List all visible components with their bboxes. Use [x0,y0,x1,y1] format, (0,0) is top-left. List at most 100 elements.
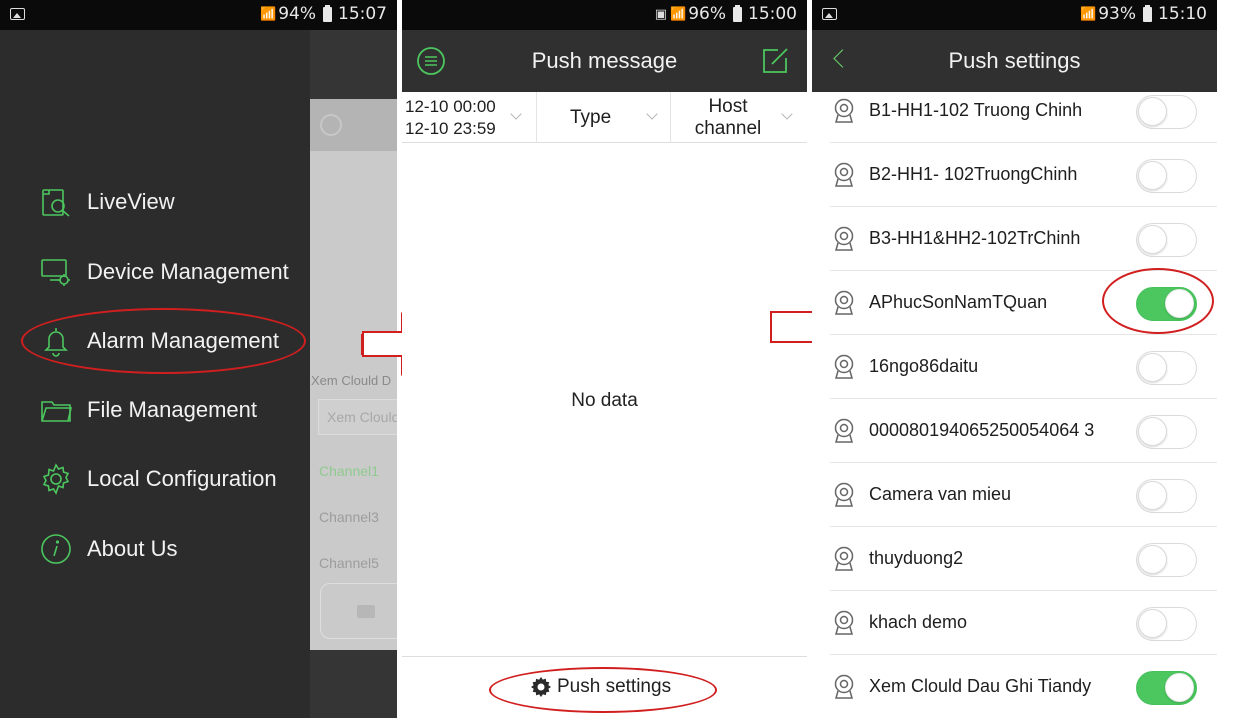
date-range-filter[interactable]: 12-10 00:00 12-10 23:59 [402,92,536,143]
wifi-signal-icon: 📶 [670,6,686,22]
toggle-knob [1138,225,1167,254]
status-bar: 📶 94% 15:07 [0,0,397,30]
push-settings-screen: 📶 93% 15:10 Push settings B1-HH1-102 Tru… [812,0,1217,718]
sim-icon: ▣ [654,6,668,22]
camera-icon [834,290,854,315]
page-title: Push message [531,48,678,73]
menu-item-device-management[interactable]: Device Management [40,252,289,292]
status-time: 15:00 [748,4,797,24]
background-channel-5: Channel5 [319,555,379,571]
push-toggle[interactable] [1136,159,1197,193]
battery-icon [733,4,742,22]
date-end: 12-10 23:59 [405,119,496,138]
battery-icon [1143,4,1152,22]
device-name: Xem Clould Dau Ghi Tiandy [869,676,1092,696]
menu-label: LiveView [87,189,175,214]
background-header [310,99,397,151]
highlight-ellipse [1102,268,1214,334]
device-row: khach demo [812,591,1217,655]
gallery-notification-icon [822,8,837,20]
app-header: Push message [402,30,807,92]
push-message-screen: ▣ 📶 96% 15:00 Push message 12-10 00:00 1… [402,0,807,718]
background-channel-1: Channel1 [319,463,379,479]
chevron-down-icon [510,108,522,120]
push-toggle[interactable] [1136,415,1197,449]
drawer-screen: 📶 94% 15:07 Xem Clould D Xem Clould Chan… [0,0,397,718]
wifi-signal-icon: 📶 [260,6,276,22]
menu-item-local-configuration[interactable]: Local Configuration [40,459,277,499]
edit-icon[interactable] [760,46,790,76]
camera-icon [834,418,854,443]
push-toggle[interactable] [1136,351,1197,385]
camera-icon [834,354,854,379]
device-list: B1-HH1-102 Truong Chinh B2-HH1- 102Truong… [812,79,1217,718]
bottom-bar: Push settings [402,656,807,718]
menu-item-about-us[interactable]: About Us [40,529,178,569]
gear-icon [40,463,72,495]
battery-percent: 93% [1098,4,1136,24]
gallery-notification-icon [10,8,25,20]
host-channel-filter[interactable]: Host channel [671,92,807,143]
toggle-knob [1138,545,1167,574]
filter-bar: 12-10 00:00 12-10 23:59 Type Host channe… [402,92,807,143]
background-menu-icon [320,114,342,136]
date-start: 12-10 00:00 [405,97,496,116]
info-icon [40,533,72,565]
toggle-knob [1165,673,1194,702]
page-title: Push settings [948,48,1081,73]
device-name: 16ngo86daitu [869,356,979,376]
folder-icon [40,394,72,426]
push-toggle[interactable] [1136,543,1197,577]
battery-percent: 96% [688,4,726,24]
menu-label: Local Configuration [87,466,277,491]
device-name: thuyduong2 [869,548,964,568]
device-name: B1-HH1-102 Truong Chinh [869,100,1083,120]
toggle-knob [1138,161,1167,190]
toggle-knob [1138,353,1167,382]
battery-percent: 94% [278,4,316,24]
highlight-ellipse [489,667,717,713]
device-row: Camera van mieu [812,463,1217,527]
toggle-knob [1138,97,1167,126]
status-bar: ▣ 📶 96% 15:00 [402,0,807,30]
device-row: B3-HH1&HH2-102TrChinh [812,207,1217,271]
menu-label: About Us [87,536,178,561]
device-row: thuyduong2 [812,527,1217,591]
type-filter[interactable]: Type [537,92,670,143]
push-toggle[interactable] [1136,95,1197,129]
background-field: Xem Clould [318,399,397,435]
device-row: B2-HH1- 102TruongChinh [812,143,1217,207]
device-row: 000080194065250054064 3 [812,399,1217,463]
camera-icon [834,610,854,635]
battery-icon [323,4,332,22]
device-row: 16ngo86daitu [812,335,1217,399]
menu-item-file-management[interactable]: File Management [40,390,257,430]
status-time: 15:10 [1158,4,1207,24]
status-bar: 📶 93% 15:10 [812,0,1217,30]
menu-label: File Management [87,397,257,422]
push-toggle[interactable] [1136,607,1197,641]
highlight-ellipse [21,308,306,374]
camera-icon [834,482,854,507]
menu-label: Device Management [87,259,289,284]
device-name: Camera van mieu [869,484,1012,504]
push-toggle[interactable] [1136,671,1197,705]
device-management-icon [40,256,72,288]
device-row: B1-HH1-102 Truong Chinh [812,79,1217,143]
toggle-knob [1138,481,1167,510]
push-toggle[interactable] [1136,479,1197,513]
device-name: B3-HH1&HH2-102TrChinh [869,228,1081,248]
device-row: Xem Clould Dau Ghi Tiandy [812,655,1217,718]
device-name: APhucSonNamTQuan [869,292,1048,312]
empty-state-text: No data [571,390,638,411]
toggle-knob [1138,417,1167,446]
toggle-knob [1138,609,1167,638]
camera-icon [834,162,854,187]
chevron-down-icon [646,108,658,120]
push-toggle[interactable] [1136,223,1197,257]
wifi-signal-icon: 📶 [1080,6,1096,22]
device-name: B2-HH1- 102TruongChinh [869,164,1078,184]
camera-icon [834,226,854,251]
menu-item-liveview[interactable]: LiveView [40,182,175,222]
background-channel-3: Channel3 [319,509,379,525]
